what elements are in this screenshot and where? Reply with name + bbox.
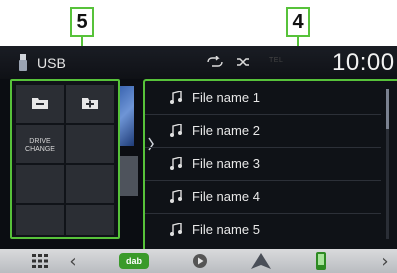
music-note-icon: [170, 223, 182, 236]
folder-up-button[interactable]: [16, 85, 64, 123]
top-status-bar: USB TEL 10:00: [0, 46, 397, 79]
empty-cell[interactable]: [66, 205, 114, 235]
function-panel: DRIVE CHANGE: [10, 79, 120, 239]
music-note-icon: [170, 157, 182, 170]
grid-icon: [32, 254, 48, 268]
side-panel-fragment: [120, 156, 138, 196]
file-list-panel: File name 1 File name 2 File name 3 File…: [143, 79, 397, 253]
list-item[interactable]: File name 5: [145, 214, 381, 247]
clock: 10:00: [332, 49, 395, 76]
list-item[interactable]: File name 2: [145, 115, 381, 148]
head-unit-screen: USB TEL 10:00 DRIVE CHANGE File name 1 F…: [0, 46, 397, 273]
empty-cell[interactable]: [16, 165, 64, 203]
drive-change-label: DRIVE CHANGE: [25, 138, 55, 153]
folder-add-icon: [82, 98, 98, 109]
music-note-icon: [170, 124, 182, 137]
file-name: File name 2: [192, 123, 260, 138]
empty-cell[interactable]: [66, 125, 114, 163]
file-name: File name 3: [192, 156, 260, 171]
list-item[interactable]: File name 1: [145, 82, 381, 115]
dab-icon: dab: [119, 253, 149, 269]
list-item[interactable]: File name 4: [145, 181, 381, 214]
phone-source-button[interactable]: [314, 249, 328, 273]
callout-5: 5: [70, 7, 94, 37]
callout-4: 4: [286, 7, 310, 37]
chevron-left-icon: ‹: [69, 250, 77, 272]
list-scrollbar[interactable]: [386, 89, 389, 239]
empty-cell[interactable]: [16, 205, 64, 235]
usb-icon: [19, 54, 27, 71]
previous-sources-button[interactable]: ‹: [66, 249, 80, 273]
music-note-icon: [170, 190, 182, 203]
drive-change-button[interactable]: DRIVE CHANGE: [16, 125, 64, 163]
tel-indicator: TEL: [269, 57, 284, 64]
home-grid-button[interactable]: [30, 249, 50, 273]
shuffle-icon[interactable]: [236, 56, 250, 68]
folder-add-button[interactable]: [66, 85, 114, 123]
empty-cell[interactable]: [66, 165, 114, 203]
file-name: File name 5: [192, 222, 260, 237]
file-name: File name 4: [192, 189, 260, 204]
next-sources-button[interactable]: ›: [378, 249, 392, 273]
bottom-source-bar: ‹ dab ›: [0, 249, 397, 273]
list-item[interactable]: File name 3: [145, 148, 381, 181]
music-note-icon: [170, 91, 182, 104]
file-name: File name 1: [192, 90, 260, 105]
navigation-source-button[interactable]: [249, 249, 273, 273]
play-circle-icon: [193, 254, 207, 268]
chevron-right-icon: ›: [381, 250, 389, 272]
navigation-arrow-icon: [251, 253, 271, 269]
source-title: USB: [37, 55, 66, 71]
scrollbar-thumb[interactable]: [386, 89, 389, 129]
phone-icon: [316, 252, 326, 270]
repeat-all-icon[interactable]: [206, 56, 224, 68]
folder-up-icon: [32, 98, 48, 109]
dab-source-button[interactable]: dab: [117, 249, 151, 273]
media-source-button[interactable]: [190, 249, 210, 273]
